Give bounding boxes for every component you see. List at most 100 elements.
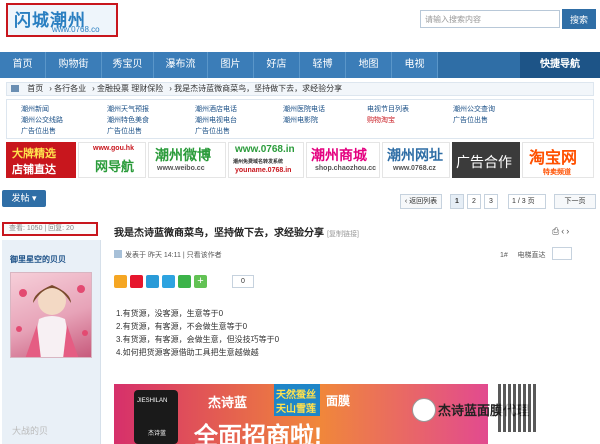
- post-line: 1.有货源，没客源，生意等于0: [116, 309, 224, 318]
- link-weather[interactable]: 潮州天气预报: [107, 104, 149, 114]
- link-ad-sale[interactable]: 广告位出售: [107, 126, 142, 136]
- ad-slogan: 天然蚕丝: [276, 390, 316, 401]
- home-icon: [11, 85, 19, 92]
- new-post-label: 发帖: [11, 193, 30, 203]
- back-to-list-button[interactable]: ‹ 返回列表: [400, 194, 442, 209]
- banner-domain-forward[interactable]: www.0768.in 潮州免费域名转发系统 youname.0768.in: [228, 142, 304, 178]
- banner-text: 网导航: [95, 159, 135, 174]
- next-thread-icon[interactable]: ›: [566, 226, 571, 236]
- avatar-illustration: [16, 285, 88, 357]
- link-tv-radio[interactable]: 潮州电视电台: [195, 115, 237, 125]
- nav-item-light-blog[interactable]: 轻博: [300, 52, 346, 78]
- renren-icon[interactable]: [162, 275, 175, 288]
- banner-url: youname.0768.in: [235, 167, 292, 174]
- link-bus-query[interactable]: 潮州公交查询: [453, 104, 495, 114]
- banner-weibo[interactable]: 潮州微博 www.weibo.cc: [148, 142, 226, 178]
- floor-number: 1#: [500, 252, 508, 259]
- banner-url: www.weibo.cc: [157, 165, 205, 172]
- banner-title: 潮州商城: [311, 147, 367, 163]
- back-to-list-label: 返回列表: [409, 198, 438, 205]
- page-2-button[interactable]: 2: [467, 194, 481, 209]
- nav-item-shopping[interactable]: 购物街: [46, 52, 102, 78]
- search-input[interactable]: 请输入搜索内容: [420, 10, 560, 28]
- link-tv-guide[interactable]: 电视节目列表: [367, 104, 409, 114]
- quick-nav-button[interactable]: 快捷导航: [520, 52, 600, 78]
- ad-slogan: 天山雪莲: [276, 404, 316, 415]
- link-bus-lines[interactable]: 潮州公交线路: [21, 115, 63, 125]
- wechat-share-icon[interactable]: [178, 275, 191, 288]
- qr-code: [498, 384, 538, 432]
- floor-jump-input[interactable]: [552, 247, 572, 260]
- page-1-button[interactable]: 1: [450, 194, 464, 209]
- banner-url: www.0768.cz: [393, 165, 436, 172]
- plus-icon[interactable]: +: [194, 275, 207, 288]
- avatar[interactable]: [10, 272, 92, 358]
- banner-title: 潮州网址: [387, 147, 443, 163]
- banner-taobao[interactable]: 淘宝网 特卖频道: [522, 142, 594, 178]
- breadcrumb-thread: 我是杰诗蓝微商菜鸟，坚持做下去，求经验分享: [174, 84, 343, 93]
- banner-site-directory[interactable]: 潮州网址 www.0768.cz: [382, 142, 450, 178]
- logo-url: www.0768.co: [52, 25, 100, 34]
- ad-headline: 全面招商啦!: [194, 423, 322, 444]
- banner-ad-coop[interactable]: 广告合作: [452, 142, 520, 178]
- banner-title: 淘宝网: [529, 150, 578, 167]
- search-button[interactable]: 搜索: [562, 9, 596, 29]
- next-page-button[interactable]: 下一页: [554, 194, 596, 209]
- post-meta-text: 发表于 昨天 14:11 | 只看该作者: [125, 252, 222, 259]
- link-ad-sale[interactable]: 广告位出售: [195, 126, 230, 136]
- nav-item-home[interactable]: 首页: [0, 52, 46, 78]
- thread-tools: ⎙‹›: [552, 226, 571, 237]
- breadcrumb-home[interactable]: 首页: [27, 84, 43, 93]
- banner-text: 店铺直达: [12, 164, 56, 176]
- link-ad-sale[interactable]: 广告位出售: [453, 115, 488, 125]
- ad-logo-text: JIESHILAN: [137, 398, 168, 404]
- main-nav: 首页 购物街 秀宝贝 瀑布流 图片 好店 轻博 地图 电视 快捷导航: [0, 52, 600, 78]
- breadcrumb-category[interactable]: 各行各业: [54, 84, 86, 93]
- thread-title: 我是杰诗蓝微商菜鸟，坚持做下去，求经验分享 [复制链接]: [114, 224, 359, 239]
- copy-link[interactable]: [复制链接]: [327, 231, 359, 238]
- nav-item-good-shops[interactable]: 好店: [254, 52, 300, 78]
- banner-url: www.0768.in: [235, 144, 295, 155]
- banner-brand-select[interactable]: 大牌精选 店铺直达: [6, 142, 76, 178]
- nav-item-map[interactable]: 地图: [346, 52, 392, 78]
- link-taobao[interactable]: 购物淘宝: [367, 115, 395, 125]
- author-avatar-small-icon: [114, 250, 122, 258]
- banner-gou-hk[interactable]: www.gou.hk 网导航: [78, 142, 146, 178]
- nav-item-show-baby[interactable]: 秀宝贝: [102, 52, 154, 78]
- author-name[interactable]: 御里星空的贝贝: [10, 254, 66, 265]
- weibo-icon[interactable]: [130, 275, 143, 288]
- nav-item-tv[interactable]: 电视: [392, 52, 438, 78]
- tencent-weibo-icon[interactable]: [146, 275, 159, 288]
- link-news[interactable]: 潮州新闻: [21, 104, 49, 114]
- floor-indicator: 1# 电梯直达: [500, 250, 546, 260]
- banner-url: shop.chaozhou.cc: [315, 165, 377, 172]
- link-hospital[interactable]: 潮州医院电话: [283, 104, 325, 114]
- ad-logo: JIESHILAN 杰诗蓝: [134, 390, 178, 444]
- page-3-button[interactable]: 3: [484, 194, 498, 209]
- floor-jump-label: 电梯直达: [517, 252, 546, 259]
- print-icon[interactable]: ⎙: [552, 226, 561, 236]
- nav-item-pictures[interactable]: 图片: [208, 52, 254, 78]
- banner-url: www.gou.hk: [93, 145, 134, 152]
- link-hotel[interactable]: 潮州酒店电话: [195, 104, 237, 114]
- banner-shop[interactable]: 潮州商城 shop.chaozhou.cc: [306, 142, 380, 178]
- nav-item-waterfall[interactable]: 瀑布流: [154, 52, 208, 78]
- post-meta: 发表于 昨天 14:11 | 只看该作者: [114, 250, 222, 260]
- site-logo[interactable]: 闪城潮州 www.0768.co: [6, 3, 118, 37]
- page-total: / 3 页: [517, 198, 535, 205]
- thread-stats: 查看: 1050 | 回复: 20: [2, 222, 98, 236]
- qzone-icon[interactable]: [114, 275, 127, 288]
- link-cinema[interactable]: 潮州电影院: [283, 115, 318, 125]
- breadcrumb-board[interactable]: 金融投票 理财保险: [97, 84, 163, 93]
- page-jump-value: 1: [512, 198, 516, 205]
- quick-links-grid: 潮州新闻 潮州天气预报 潮州酒店电话 潮州医院电话 电视节目列表 潮州公交查询 …: [6, 99, 594, 139]
- link-food[interactable]: 潮州特色美食: [107, 115, 149, 125]
- wechat-icon: [412, 398, 436, 422]
- post-line: 3.有货源，有客源，会做生意，但没技巧等于0: [116, 335, 280, 344]
- banner-sub: 潮州免费域名转发系统: [233, 159, 284, 165]
- link-ad-sale[interactable]: 广告位出售: [21, 126, 56, 136]
- ad-brand: 杰诗蓝: [208, 395, 248, 410]
- page-jump-input[interactable]: 1 / 3 页: [508, 194, 546, 209]
- ad-logo-sub: 杰诗蓝: [148, 431, 167, 437]
- new-post-button[interactable]: 发帖 ▾: [2, 190, 46, 207]
